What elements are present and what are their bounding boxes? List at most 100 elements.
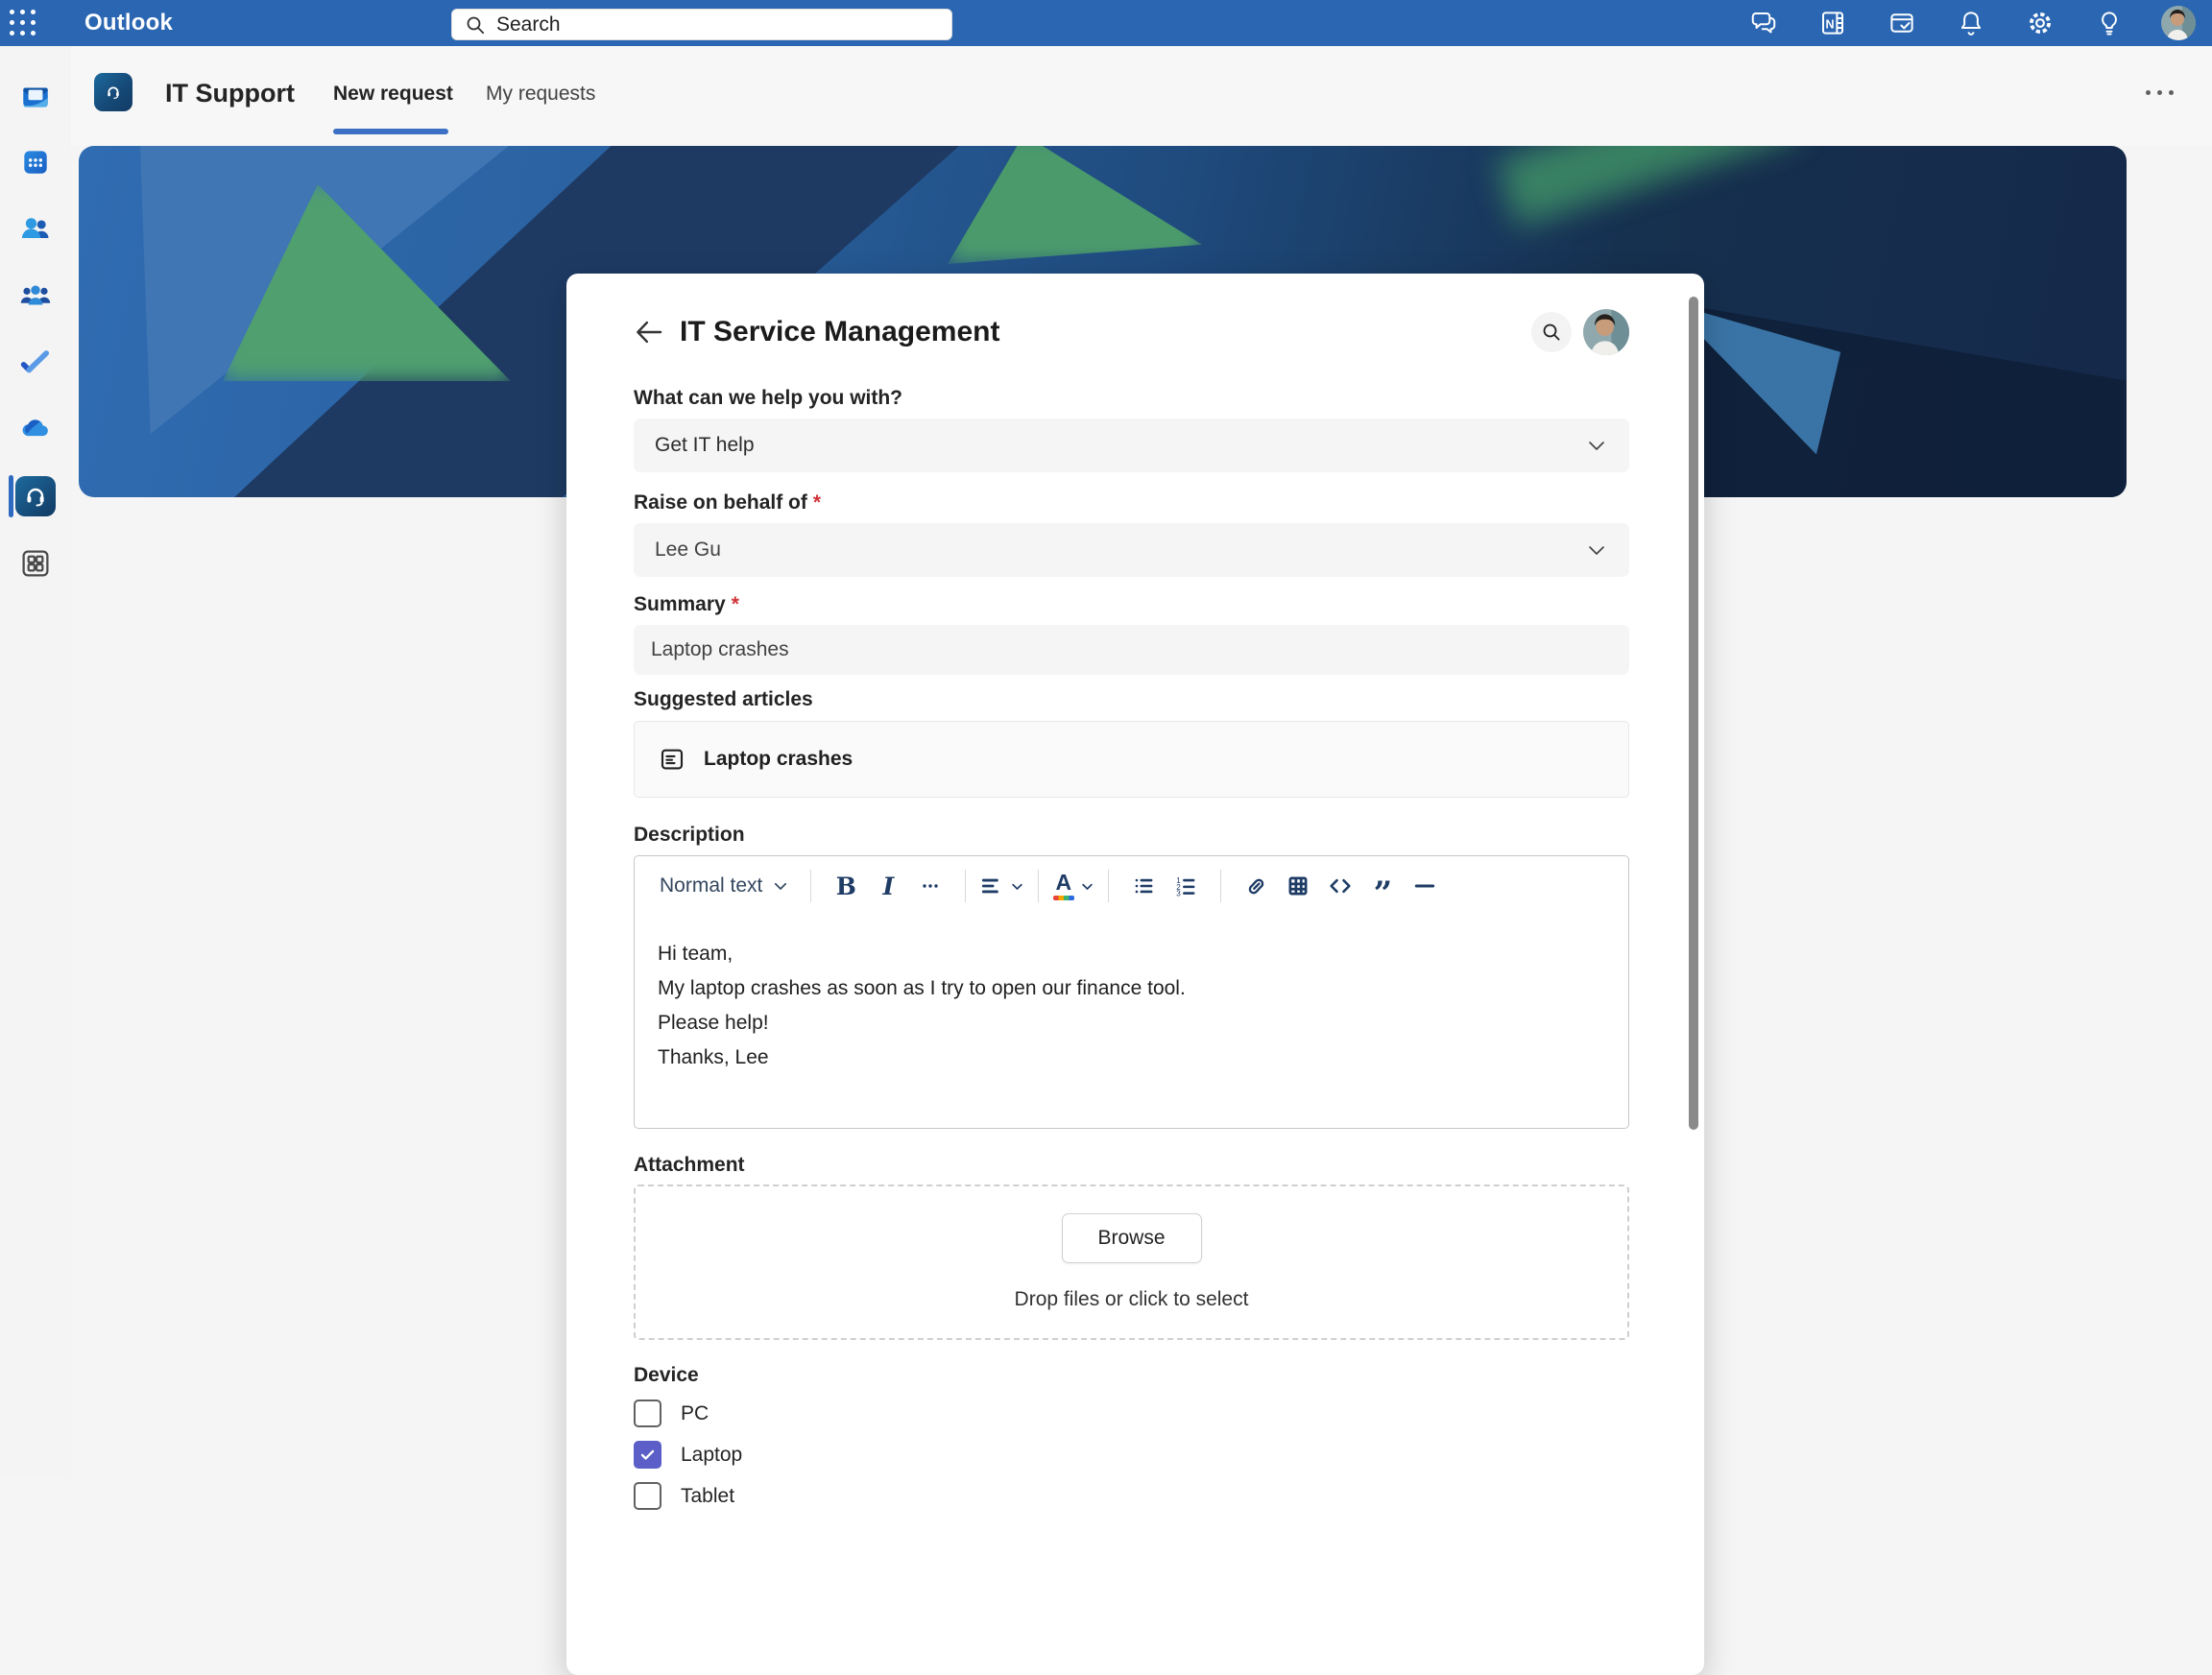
chevron-down-icon — [1585, 434, 1608, 457]
left-app-rail — [0, 46, 71, 1474]
align-icon[interactable] — [979, 865, 1024, 907]
numbered-list-icon[interactable]: 1 2 3 — [1165, 865, 1207, 907]
sidebar-item-more-apps[interactable] — [0, 536, 71, 591]
chevron-down-icon — [1080, 879, 1094, 894]
todo-check-icon — [18, 345, 53, 379]
description-editor[interactable]: Normal text B I A — [634, 855, 1629, 1129]
code-icon[interactable] — [1319, 865, 1361, 907]
onedrive-cloud-icon — [17, 411, 54, 447]
panel-title-row: IT Service Management — [634, 310, 1629, 354]
outlook-wordmark: Outlook — [84, 10, 173, 36]
mail-icon — [19, 81, 52, 113]
calendar-icon — [19, 146, 52, 179]
horizontal-rule-icon[interactable] — [1404, 865, 1446, 907]
sidebar-item-mail[interactable] — [0, 69, 71, 125]
chevron-down-icon — [1585, 538, 1608, 562]
device-option-laptop[interactable]: Laptop — [634, 1438, 1629, 1472]
it-support-app-icon — [15, 476, 56, 516]
search-icon — [1540, 321, 1563, 344]
text-color-icon[interactable]: A — [1052, 865, 1094, 907]
behalf-select-value: Lee Gu — [655, 538, 1585, 562]
app-launcher-waffle-icon[interactable] — [0, 0, 46, 46]
it-support-header: IT Support New request My requests — [71, 46, 2212, 146]
required-marker: * — [732, 593, 739, 615]
required-marker: * — [813, 491, 821, 514]
tasks-icon[interactable] — [1878, 0, 1926, 46]
behalf-field-label: Raise on behalf of* — [634, 491, 1629, 516]
bullet-list-icon[interactable] — [1122, 865, 1165, 907]
attachment-label: Attachment — [634, 1154, 1629, 1179]
description-paragraph: Please help! — [658, 1012, 1605, 1034]
app-title: IT Support — [165, 79, 295, 108]
table-icon[interactable] — [1277, 865, 1319, 907]
chevron-down-icon — [1010, 879, 1024, 894]
active-app-indicator — [9, 475, 13, 517]
search-placeholder: Search — [496, 13, 561, 36]
description-text[interactable]: Hi team, My laptop crashes as soon as I … — [635, 916, 1628, 1068]
help-select-value: Get IT help — [655, 434, 1585, 457]
sidebar-item-people[interactable] — [0, 202, 71, 257]
device-option-pc[interactable]: PC — [634, 1397, 1629, 1430]
back-button[interactable] — [628, 311, 670, 353]
sidebar-item-calendar[interactable] — [0, 134, 71, 190]
more-apps-grid-icon — [18, 546, 53, 581]
behalf-select[interactable]: Lee Gu — [634, 523, 1629, 577]
chevron-down-icon — [772, 877, 789, 895]
device-label: Device — [634, 1364, 1629, 1389]
more-formatting-icon[interactable] — [909, 865, 951, 907]
it-support-badge-icon — [94, 73, 132, 111]
sidebar-item-it-support[interactable] — [0, 468, 71, 524]
article-icon — [658, 745, 686, 774]
drop-files-text: Drop files or click to select — [1015, 1288, 1249, 1311]
panel-title: IT Service Management — [680, 316, 999, 348]
more-options-icon[interactable] — [2140, 84, 2179, 101]
checkbox[interactable] — [634, 1400, 661, 1427]
description-paragraph: Hi team, — [658, 943, 1605, 965]
lightbulb-icon[interactable] — [2085, 0, 2133, 46]
it-service-management-panel: IT Service Management What can we help y… — [566, 274, 1704, 1675]
panel-scrollbar[interactable] — [1689, 297, 1698, 1130]
text-style-dropdown[interactable]: Normal text — [652, 869, 797, 903]
gear-icon[interactable] — [2016, 0, 2064, 46]
sidebar-item-onedrive[interactable] — [0, 401, 71, 457]
people-icon — [18, 212, 53, 247]
suggested-articles-label: Suggested articles — [634, 688, 1629, 713]
description-paragraph: My laptop crashes as soon as I try to op… — [658, 977, 1605, 999]
chat-icon[interactable] — [1740, 0, 1788, 46]
summary-field-label: Summary* — [634, 593, 1629, 618]
groups-icon — [18, 279, 53, 314]
bell-icon[interactable] — [1947, 0, 1995, 46]
description-paragraph: Thanks, Lee — [658, 1046, 1605, 1068]
panel-avatar[interactable] — [1583, 309, 1629, 355]
bold-icon[interactable]: B — [825, 865, 867, 907]
banner-shape — [948, 146, 1202, 264]
banner-shape — [1496, 146, 1800, 227]
search-icon — [464, 13, 487, 36]
active-tab-underline — [333, 129, 448, 134]
italic-icon[interactable]: I — [867, 865, 909, 907]
help-select[interactable]: Get IT help — [634, 419, 1629, 472]
link-icon[interactable] — [1235, 865, 1277, 907]
quote-icon[interactable]: ” — [1361, 865, 1404, 907]
sidebar-item-todo[interactable] — [0, 334, 71, 390]
checkbox[interactable] — [634, 1441, 661, 1469]
topbar-actions: N — [1740, 0, 2202, 46]
back-arrow-icon — [633, 316, 665, 348]
panel-search-button[interactable] — [1531, 312, 1572, 352]
suggested-article-item[interactable]: Laptop crashes — [634, 721, 1629, 798]
svg-text:N: N — [1826, 17, 1835, 31]
help-field-label: What can we help you with? — [634, 387, 1629, 412]
attachment-dropzone[interactable]: Browse Drop files or click to select — [634, 1184, 1629, 1340]
tab-new-request[interactable]: New request — [333, 83, 453, 106]
svg-text:3: 3 — [1177, 890, 1182, 898]
device-option-tablet[interactable]: Tablet — [634, 1479, 1629, 1513]
sidebar-item-groups[interactable] — [0, 269, 71, 324]
checkbox[interactable] — [634, 1482, 661, 1510]
tab-my-requests[interactable]: My requests — [486, 83, 595, 106]
profile-avatar[interactable] — [2154, 0, 2202, 46]
suggested-article-title: Laptop crashes — [704, 748, 853, 771]
summary-input[interactable]: Laptop crashes — [634, 625, 1629, 675]
browse-button[interactable]: Browse — [1062, 1213, 1202, 1263]
search-input[interactable]: Search — [451, 9, 952, 40]
onenote-icon[interactable]: N — [1809, 0, 1857, 46]
